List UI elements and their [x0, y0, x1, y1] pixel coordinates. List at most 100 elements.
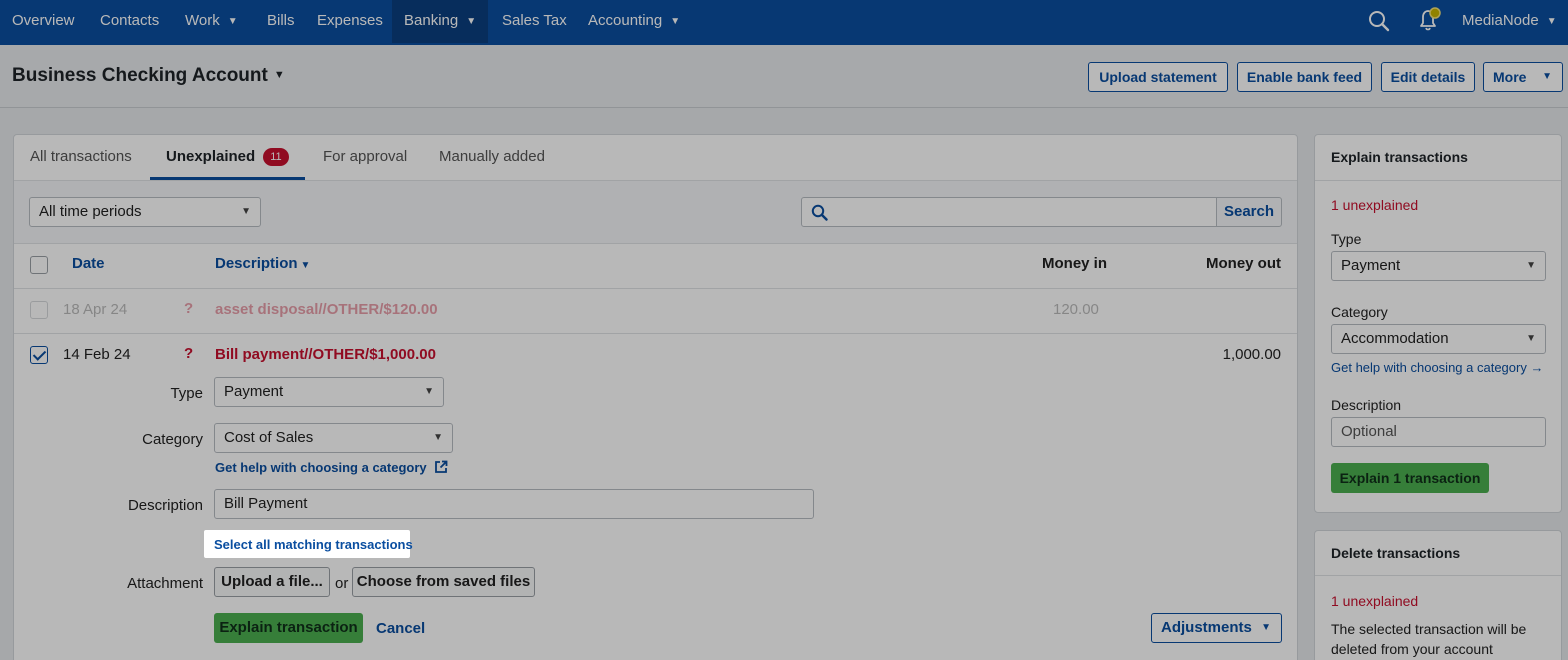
- nav-accounting[interactable]: Accounting ▼: [588, 0, 680, 43]
- row-date: 18 Apr 24: [63, 301, 128, 318]
- more-label: More: [1493, 69, 1527, 85]
- panel-title: Delete transactions: [1331, 545, 1461, 561]
- description-label: Description: [127, 497, 203, 514]
- help-link-label: Get help with choosing a category: [215, 460, 427, 475]
- chevron-down-icon: ▼: [424, 386, 434, 397]
- explain-transaction-button[interactable]: Explain transaction: [214, 613, 363, 643]
- type-label: Type: [1331, 231, 1362, 247]
- category-help-link[interactable]: Get help with choosing a category: [215, 460, 448, 475]
- nav-label: Banking: [404, 12, 459, 29]
- upload-file-button[interactable]: Upload a file...: [214, 567, 330, 597]
- select-all-checkbox[interactable]: [30, 256, 48, 274]
- tab-all-transactions[interactable]: All transactions: [30, 135, 132, 180]
- select-matching-label: Select all matching transactions: [214, 537, 413, 552]
- panel-title: Explain transactions: [1331, 149, 1468, 165]
- search-button[interactable]: Search: [1216, 197, 1282, 227]
- chevron-down-icon: ▼: [1526, 333, 1536, 344]
- unexplained-count: 1 unexplained: [1331, 593, 1419, 609]
- chevron-down-icon: ▼: [273, 69, 285, 81]
- choose-saved-files-button[interactable]: Choose from saved files: [352, 567, 535, 597]
- chevron-down-icon: ▼: [1542, 71, 1552, 82]
- divider: [1315, 575, 1561, 576]
- tab-label: Manually added: [439, 148, 545, 165]
- nav-label: Expenses: [317, 12, 383, 29]
- chevron-down-icon: ▼: [241, 206, 251, 217]
- category-label: Category: [142, 431, 203, 448]
- row-description[interactable]: asset disposal//OTHER/$120.00: [215, 301, 438, 318]
- description-label: Description: [1331, 397, 1402, 413]
- type-value: Payment: [1341, 257, 1401, 274]
- row-checkbox[interactable]: [30, 301, 48, 319]
- divider: [14, 288, 1297, 289]
- header-label: Description: [215, 255, 298, 272]
- edit-details-button[interactable]: Edit details: [1381, 62, 1475, 92]
- delete-description: The selected transaction will be deleted…: [1331, 621, 1527, 657]
- enable-bank-feed-button[interactable]: Enable bank feed: [1237, 62, 1372, 92]
- chevron-down-icon: ▼: [227, 16, 238, 27]
- period-value: All time periods: [39, 203, 142, 220]
- description-column-header[interactable]: Description ▼: [215, 255, 310, 272]
- tab-unexplained[interactable]: Unexplained 11: [150, 135, 305, 180]
- select-all-matching-link[interactable]: Select all matching transactions: [204, 530, 413, 558]
- search-input[interactable]: [801, 197, 1217, 227]
- search-icon[interactable]: [1368, 10, 1390, 37]
- chevron-down-icon: ▼: [1546, 16, 1557, 27]
- category-value: Accommodation: [1341, 330, 1449, 347]
- row-checkbox[interactable]: [30, 346, 48, 364]
- sidebar-type-select[interactable]: Payment ▼: [1331, 251, 1546, 281]
- nav-banking[interactable]: Banking ▼: [392, 0, 489, 43]
- unexplained-flag-icon: ?: [184, 300, 194, 317]
- category-select[interactable]: Cost of Sales ▼: [214, 423, 453, 453]
- nav-contacts[interactable]: Contacts: [100, 0, 159, 43]
- more-button[interactable]: More ▼: [1483, 62, 1563, 92]
- chevron-down-icon: ▼: [1526, 260, 1536, 271]
- tab-label: For approval: [323, 148, 408, 165]
- chevron-down-icon: ▼: [1261, 622, 1271, 633]
- tab-manually-added[interactable]: Manually added: [439, 135, 545, 180]
- row-description[interactable]: Bill payment//OTHER/$1,000.00: [215, 346, 436, 363]
- search-icon: [811, 204, 828, 221]
- row-money-out: 1,000.00: [1222, 346, 1281, 363]
- description-field[interactable]: Bill Payment: [214, 489, 814, 519]
- nav-expenses[interactable]: Expenses: [317, 0, 383, 43]
- sidebar-category-help-link[interactable]: Get help with choosing a category →: [1331, 360, 1543, 375]
- filter-bar: All time periods ▼ Search: [14, 181, 1297, 244]
- nav-label: Work: [185, 12, 220, 29]
- chevron-down-icon: ▼: [670, 16, 681, 27]
- unexplained-count: 1 unexplained: [1331, 197, 1419, 213]
- tab-for-approval[interactable]: For approval: [323, 135, 407, 180]
- divider: [14, 333, 1297, 334]
- upload-statement-button[interactable]: Upload statement: [1088, 62, 1228, 92]
- user-name: MediaNode: [1462, 12, 1539, 29]
- nav-sales-tax[interactable]: Sales Tax: [502, 0, 567, 43]
- nav-work[interactable]: Work ▼: [185, 0, 238, 43]
- external-link-icon: [435, 460, 448, 473]
- sort-down-icon: ▼: [300, 260, 311, 271]
- type-select[interactable]: Payment ▼: [214, 377, 444, 407]
- bell-icon[interactable]: [1415, 6, 1445, 39]
- explain-one-transaction-button[interactable]: Explain 1 transaction: [1331, 463, 1489, 493]
- user-menu[interactable]: MediaNode ▼: [1462, 0, 1557, 43]
- unexplained-flag-icon: ?: [184, 345, 194, 362]
- nav-label: Accounting: [588, 12, 663, 29]
- period-select[interactable]: All time periods ▼: [29, 197, 261, 227]
- sidebar-category-select[interactable]: Accommodation ▼: [1331, 324, 1546, 354]
- nav-bills[interactable]: Bills: [267, 0, 295, 43]
- type-value: Payment: [224, 383, 284, 400]
- date-column-header[interactable]: Date: [72, 255, 105, 272]
- adjustments-label: Adjustments: [1161, 619, 1252, 636]
- category-value: Cost of Sales: [224, 429, 314, 446]
- account-header: Business Checking Account ▼ Upload statem…: [0, 45, 1568, 108]
- nav-overview[interactable]: Overview: [12, 0, 75, 43]
- adjustments-button[interactable]: Adjustments ▼: [1151, 613, 1282, 643]
- tab-label: Unexplained: [166, 148, 256, 165]
- nav-label: Bills: [267, 12, 295, 29]
- account-title[interactable]: Business Checking Account ▼: [12, 65, 285, 87]
- cancel-link[interactable]: Cancel: [376, 620, 425, 637]
- money-out-column-header: Money out: [1206, 255, 1281, 272]
- attachment-label: Attachment: [127, 575, 203, 592]
- money-in-column-header: Money in: [1042, 255, 1108, 272]
- chevron-down-icon: ▼: [433, 432, 443, 443]
- sidebar-description-field[interactable]: Optional: [1331, 417, 1546, 447]
- page-title: Business Checking Account: [12, 65, 268, 86]
